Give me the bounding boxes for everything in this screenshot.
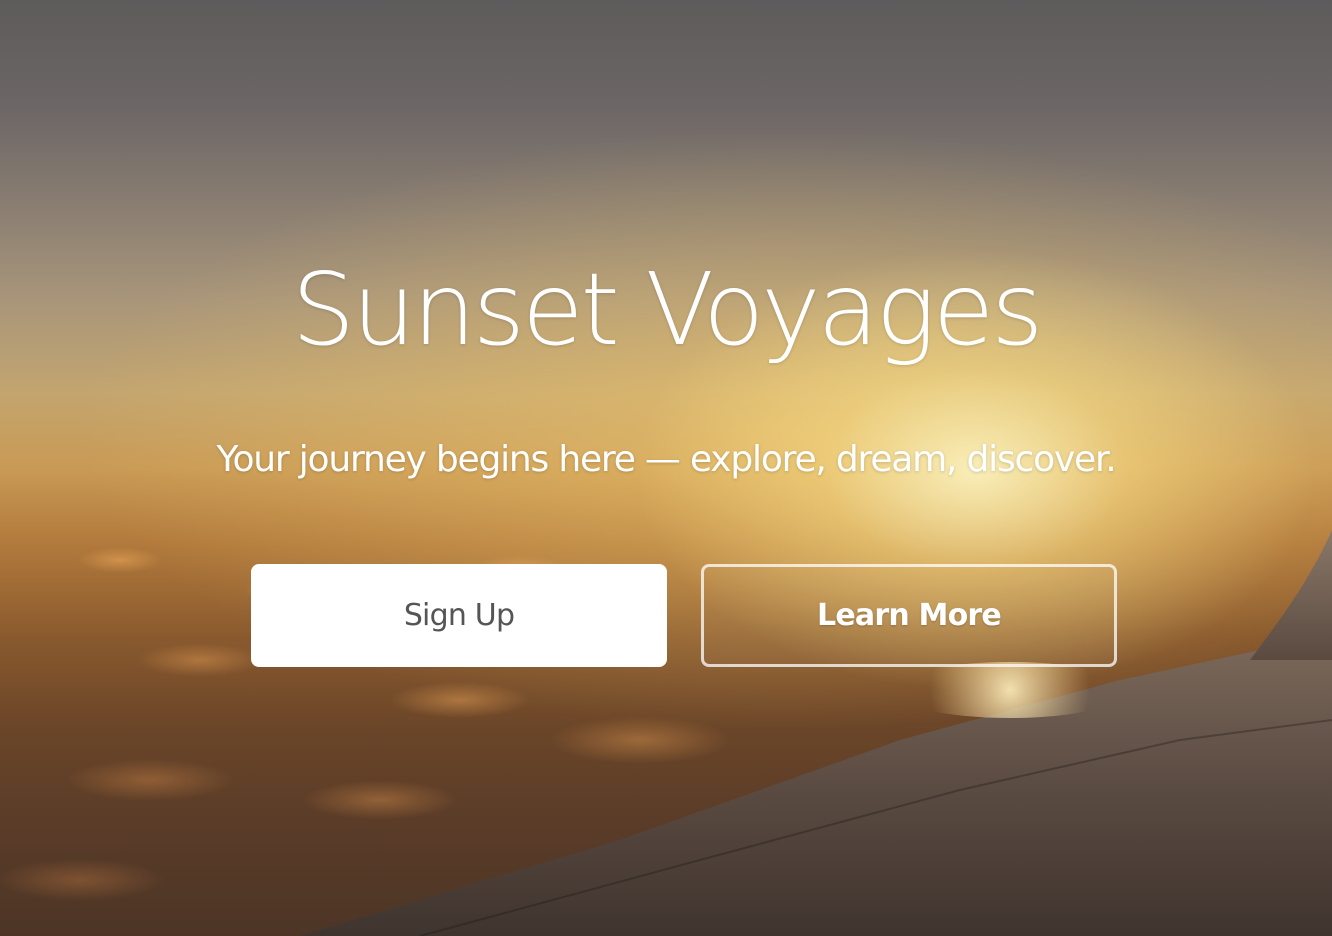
page-title: Sunset Voyages <box>291 251 1044 368</box>
hero-tagline: Your journey begins here — explore, drea… <box>216 439 1116 480</box>
sign-up-button[interactable]: Sign Up <box>251 564 667 667</box>
learn-more-button[interactable]: Learn More <box>701 564 1117 667</box>
hero-section: Sunset Voyages Your journey begins here … <box>0 0 1332 936</box>
